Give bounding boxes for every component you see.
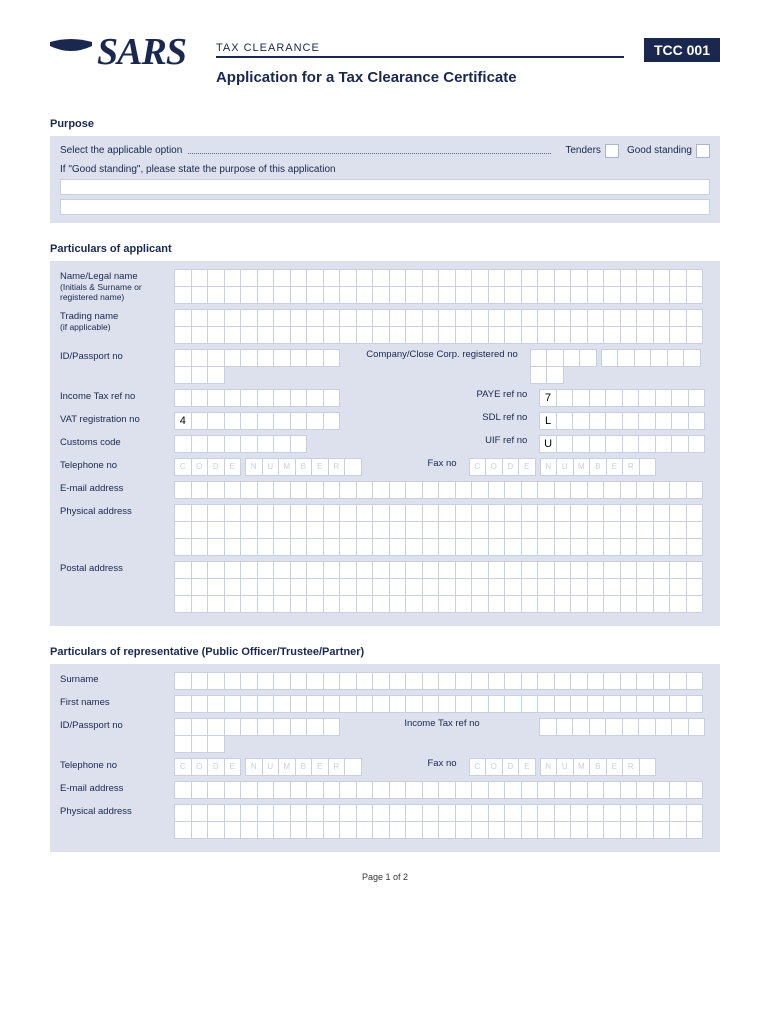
income-tax-label: Income Tax ref no xyxy=(60,389,168,402)
rep-surname-label: Surname xyxy=(60,672,168,685)
page-footer: Page 1 of 2 xyxy=(50,872,720,882)
customs-input[interactable] xyxy=(174,435,345,452)
sdl-input[interactable]: L xyxy=(539,412,710,429)
rep-income-tax-label: Income Tax ref no xyxy=(351,718,534,729)
company-input[interactable] xyxy=(530,349,710,383)
form-header: SARS TAX CLEARANCE TCC 001 Application f… xyxy=(50,30,720,88)
tenders-label: Tenders xyxy=(565,145,601,156)
fax-label: Fax no xyxy=(421,458,462,469)
logo-text: SARS xyxy=(97,30,186,74)
postal-label: Postal address xyxy=(60,561,168,574)
postal-input[interactable] xyxy=(174,561,710,612)
id-label: ID/Passport no xyxy=(60,349,168,362)
applicant-title: Particulars of applicant xyxy=(50,243,720,255)
name-input[interactable] xyxy=(174,269,710,303)
select-option-label: Select the applicable option xyxy=(60,145,182,156)
rep-income-tax-input[interactable] xyxy=(539,718,710,735)
physical-label: Physical address xyxy=(60,504,168,517)
good-standing-checkbox[interactable] xyxy=(696,144,710,158)
good-standing-label: Good standing xyxy=(627,145,692,156)
representative-title: Particulars of representative (Public Of… xyxy=(50,646,720,658)
rep-id-label: ID/Passport no xyxy=(60,718,168,731)
purpose-title: Purpose xyxy=(50,118,720,130)
rep-tel-label: Telephone no xyxy=(60,758,168,771)
fax-input[interactable]: CODENUMBER xyxy=(469,458,710,475)
purpose-section: Select the applicable option Tenders Goo… xyxy=(50,136,720,223)
dotted-leader xyxy=(188,146,551,154)
rep-physical-input[interactable] xyxy=(174,804,710,838)
paye-input[interactable]: 7 xyxy=(539,389,710,406)
vat-input[interactable]: 4 xyxy=(174,412,345,429)
email-label: E-mail address xyxy=(60,481,168,494)
rep-first-label: First names xyxy=(60,695,168,708)
gs-purpose-label: If "Good standing", please state the pur… xyxy=(60,164,710,175)
rep-physical-label: Physical address xyxy=(60,804,168,817)
representative-section: Surname First names ID/Passport no Incom… xyxy=(50,664,720,852)
rep-email-input[interactable] xyxy=(174,781,710,798)
paye-label: PAYE ref no xyxy=(351,389,534,400)
form-code: TCC 001 xyxy=(644,38,720,62)
rep-id-input[interactable] xyxy=(174,718,345,752)
email-input[interactable] xyxy=(174,481,710,498)
name-label: Name/Legal name (Initials & Surname or r… xyxy=(60,269,168,303)
rep-fax-input[interactable]: CODENUMBER xyxy=(469,758,710,775)
tel-label: Telephone no xyxy=(60,458,168,471)
income-tax-input[interactable] xyxy=(174,389,345,406)
sdl-label: SDL ref no xyxy=(351,412,534,423)
gs-purpose-input-2[interactable] xyxy=(60,199,710,215)
tel-input[interactable]: CODENUMBER xyxy=(174,458,415,475)
id-input[interactable] xyxy=(174,349,354,383)
rep-surname-input[interactable] xyxy=(174,672,710,689)
logo-swoosh-icon xyxy=(50,38,92,66)
uif-label: UIF ref no xyxy=(351,435,534,446)
rep-first-input[interactable] xyxy=(174,695,710,712)
applicant-section: Name/Legal name (Initials & Surname or r… xyxy=(50,261,720,626)
header-right: TAX CLEARANCE TCC 001 Application for a … xyxy=(216,38,720,88)
tenders-checkbox[interactable] xyxy=(605,144,619,158)
tax-clearance-label: TAX CLEARANCE xyxy=(216,42,624,58)
sars-logo: SARS xyxy=(50,30,186,74)
rep-fax-label: Fax no xyxy=(421,758,462,769)
vat-label: VAT registration no xyxy=(60,412,168,425)
physical-input[interactable] xyxy=(174,504,710,555)
form-title: Application for a Tax Clearance Certific… xyxy=(216,68,720,88)
trading-input[interactable] xyxy=(174,309,710,343)
trading-label: Trading name (if applicable) xyxy=(60,309,168,333)
gs-purpose-input-1[interactable] xyxy=(60,179,710,195)
rep-email-label: E-mail address xyxy=(60,781,168,794)
uif-input[interactable]: U xyxy=(539,435,710,452)
company-label: Company/Close Corp. registered no xyxy=(360,349,524,360)
customs-label: Customs code xyxy=(60,435,168,448)
rep-tel-input[interactable]: CODENUMBER xyxy=(174,758,415,775)
